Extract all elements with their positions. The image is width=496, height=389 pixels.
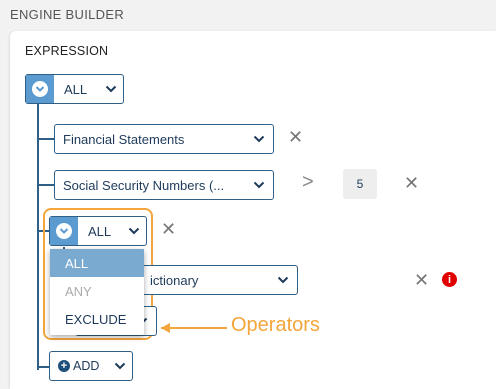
- condition-select[interactable]: Financial Statements: [54, 124, 274, 154]
- threshold-input[interactable]: 5: [343, 169, 377, 199]
- annotation-arrow: [161, 327, 227, 329]
- root-group-selector[interactable]: ALL: [25, 74, 124, 104]
- add-button[interactable]: + ADD: [49, 351, 133, 381]
- chevron-down-icon: [32, 81, 48, 97]
- close-icon[interactable]: ✕: [288, 128, 303, 146]
- dropdown-option-all[interactable]: ALL: [50, 249, 144, 277]
- condition-label: Social Security Numbers (...: [63, 177, 225, 193]
- collapse-toggle[interactable]: [50, 217, 78, 245]
- chevron-down-icon: [56, 223, 72, 239]
- info-icon[interactable]: i: [442, 272, 457, 287]
- panel-title: EXPRESSION: [25, 44, 109, 58]
- tree-line-root: [37, 104, 39, 370]
- annotation-arrow-head: [161, 323, 170, 333]
- chevron-down-icon: [122, 217, 146, 245]
- chevron-down-icon: [245, 135, 273, 143]
- section-header: ENGINE BUILDER: [10, 7, 125, 22]
- add-label: ADD: [73, 359, 100, 373]
- plus-icon: +: [58, 360, 70, 372]
- chevron-down-icon: [269, 276, 297, 284]
- chevron-down-icon: [108, 362, 132, 370]
- group-operator-label: ALL: [88, 223, 112, 239]
- tree-branch-add: [37, 366, 49, 368]
- close-icon[interactable]: ✕: [161, 220, 176, 238]
- close-icon[interactable]: ✕: [414, 271, 429, 289]
- annotation-label: Operators: [231, 314, 320, 336]
- chevron-down-icon: [245, 181, 273, 189]
- close-icon[interactable]: ✕: [404, 174, 419, 192]
- tree-branch-1: [37, 138, 54, 140]
- tree-branch-2: [37, 184, 54, 186]
- dropdown-option-any: ANY: [65, 283, 92, 299]
- comparator-select[interactable]: >: [302, 171, 314, 194]
- chevron-down-icon: [99, 75, 123, 103]
- condition-select[interactable]: Social Security Numbers (...: [54, 170, 274, 200]
- nested-group-selector[interactable]: ALL: [49, 216, 147, 246]
- collapse-toggle[interactable]: [26, 75, 54, 103]
- operator-dropdown-menu: ALL ANY EXCLUDE: [50, 249, 144, 335]
- condition-label: Financial Statements: [63, 131, 185, 147]
- dropdown-option-exclude[interactable]: EXCLUDE: [50, 305, 144, 333]
- group-operator-label: ALL: [64, 81, 88, 97]
